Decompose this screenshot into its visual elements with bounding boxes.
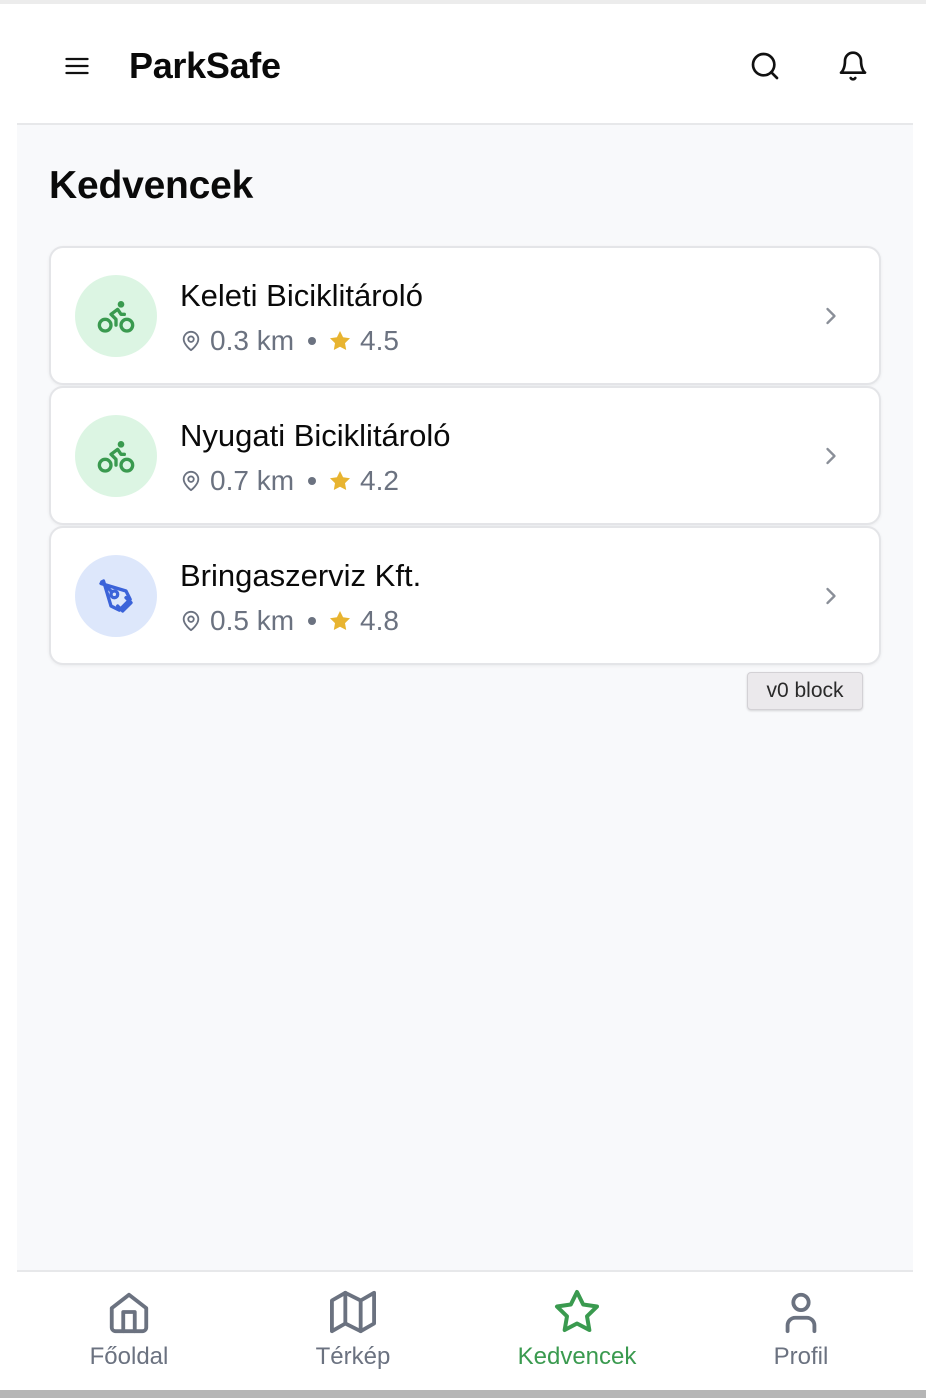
map-pin-icon [180, 470, 202, 492]
bike-icon [97, 301, 135, 333]
favorite-avatar [75, 275, 157, 357]
favorite-meta: 0.3 km 4.5 [180, 324, 399, 358]
chevron-right-icon [813, 298, 849, 334]
separator-dot [308, 477, 317, 485]
favorite-rating: 4.8 [360, 605, 399, 636]
menu-icon [65, 57, 89, 75]
map-pin-icon [180, 610, 202, 632]
favorite-rating: 4.5 [360, 325, 399, 356]
chevron-right-icon [813, 438, 849, 474]
app-screen: ParkSafe Kedvencek Keleti Biciklitároló … [17, 4, 913, 1390]
favorite-distance: 0.5 km [210, 605, 295, 636]
favorite-card-bringaszerviz[interactable]: Bringaszerviz Kft. 0.5 km 4.8 [49, 526, 881, 665]
favorite-card-nyugati[interactable]: Nyugati Biciklitároló 0.7 km 4.2 [49, 386, 881, 525]
nav-item-map[interactable]: Térkép [241, 1272, 465, 1390]
v0-block-badge[interactable]: v0 block [747, 672, 863, 710]
favorite-avatar [75, 555, 157, 637]
bottom-nav: Főoldal Térkép Kedvencek Profil [17, 1270, 913, 1390]
favorite-card-keleti[interactable]: Keleti Biciklitároló 0.3 km 4.5 [49, 246, 881, 385]
nav-label-map: Térkép [315, 1343, 391, 1370]
app-frame: ParkSafe Kedvencek Keleti Biciklitároló … [0, 0, 926, 1398]
separator-dot [308, 337, 317, 345]
favorite-meta: 0.7 km 4.2 [180, 464, 399, 498]
bell-icon [839, 51, 867, 81]
app-title: ParkSafe [129, 45, 281, 86]
nav-item-profile[interactable]: Profil [689, 1272, 913, 1390]
favorite-rating: 4.2 [360, 465, 399, 496]
map-pin-icon [180, 330, 202, 352]
star-icon [328, 609, 352, 633]
nav-item-favorites[interactable]: Kedvencek [465, 1272, 689, 1390]
wrench-icon [99, 579, 133, 613]
nav-label-profile: Profil [773, 1343, 829, 1370]
user-icon [778, 1288, 824, 1336]
page-title: Kedvencek [49, 164, 254, 207]
bike-icon [97, 441, 135, 473]
search-button[interactable] [739, 40, 791, 92]
star-icon [328, 469, 352, 493]
favorite-distance: 0.3 km [210, 325, 295, 356]
nav-label-favorites: Kedvencek [517, 1343, 637, 1370]
menu-button[interactable] [53, 42, 101, 90]
favorite-name: Nyugati Biciklitároló [180, 418, 451, 453]
star-icon [328, 329, 352, 353]
map-icon [330, 1288, 376, 1336]
favorite-distance: 0.7 km [210, 465, 295, 496]
star-icon [553, 1288, 601, 1336]
favorite-meta: 0.5 km 4.8 [180, 604, 399, 638]
search-icon [751, 52, 779, 80]
notifications-button[interactable] [827, 40, 879, 92]
favorite-name: Bringaszerviz Kft. [180, 558, 422, 593]
home-icon [106, 1288, 152, 1336]
favorite-avatar [75, 415, 157, 497]
nav-item-home[interactable]: Főoldal [17, 1272, 241, 1390]
app-header: ParkSafe [17, 4, 913, 125]
favorite-name: Keleti Biciklitároló [180, 278, 423, 313]
bottom-edge-bar [0, 1390, 926, 1398]
chevron-right-icon [813, 578, 849, 614]
separator-dot [308, 617, 317, 625]
nav-label-home: Főoldal [89, 1343, 169, 1370]
